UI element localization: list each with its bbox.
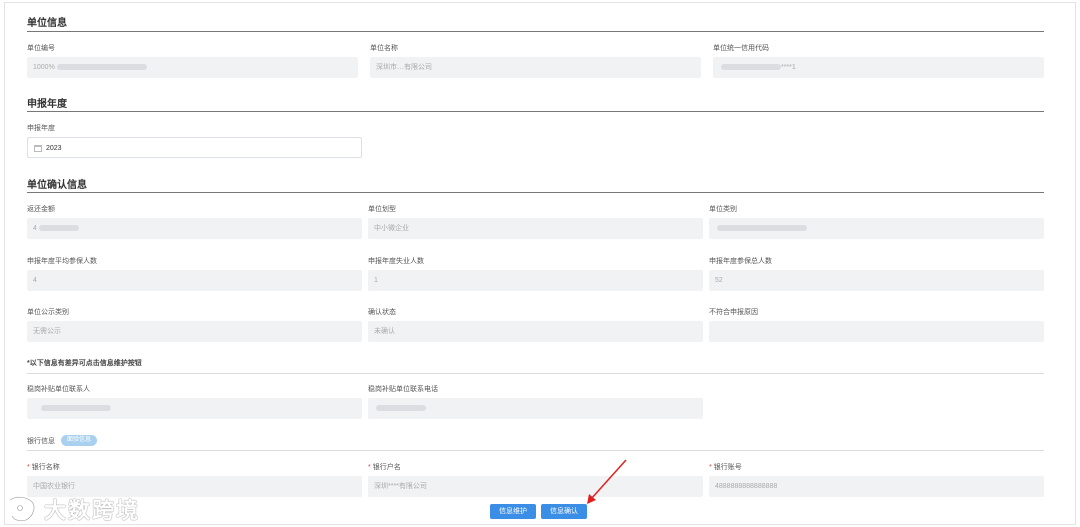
label-account-name: * 银行户名 (368, 464, 401, 471)
section-title-unit-info: 单位信息 (27, 18, 67, 29)
contact-person-field (27, 398, 362, 419)
calendar-icon (34, 144, 42, 152)
unit-name-field: 深圳市…有限公司 (370, 57, 701, 78)
info-maintain-button[interactable]: 信息维护 (490, 504, 536, 519)
label-confirm-status: 确认状态 (368, 309, 396, 316)
label-contact-person: 稳岗补贴单位联系人 (27, 386, 90, 393)
watermark-logo-icon (9, 495, 36, 523)
note-divider (27, 373, 1044, 374)
section-title-declare-year: 申报年度 (27, 99, 67, 110)
section-divider (27, 111, 1044, 112)
watermark-text: 大数跨境 (44, 498, 141, 523)
label-total-insured: 申报年度参保总人数 (709, 258, 772, 265)
label-avg-insured: 申报年度平均参保人数 (27, 258, 97, 265)
unit-number-field: 1000% (27, 57, 358, 78)
label-unemployed: 申报年度失业人数 (368, 258, 424, 265)
label-credit-code: 单位统一信用代码 (713, 45, 769, 52)
watermark: 大数跨境 (6, 493, 140, 525)
avg-insured-field: 4 (27, 270, 362, 291)
label-account-number: * 银行账号 (709, 464, 742, 471)
label-unit-category: 单位类别 (709, 206, 737, 213)
label-reject-reason: 不符合申报原因 (709, 309, 758, 316)
account-number-field: 4888888888888888 (709, 476, 1044, 497)
unit-type-field: 中小微企业 (368, 218, 703, 239)
info-confirm-button[interactable]: 信息确认 (541, 504, 587, 519)
total-insured-field: 52 (709, 270, 1044, 291)
unemployed-field: 1 (368, 270, 703, 291)
label-unit-type: 单位划型 (368, 206, 396, 213)
section-divider (27, 192, 1044, 193)
refund-amount-field: 4 (27, 218, 362, 239)
label-contact-phone: 稳岗补贴单位联系电话 (368, 386, 438, 393)
credit-code-field: ****1 (713, 57, 1044, 78)
confirm-status-field: 未确认 (368, 321, 703, 342)
reject-reason-field (709, 321, 1044, 342)
form-panel (4, 2, 1076, 525)
contact-phone-field (368, 398, 703, 419)
publicity-type-field: 无需公示 (27, 321, 362, 342)
section-divider (27, 31, 1044, 32)
unit-category-field (709, 218, 1044, 239)
label-declare-year: 申报年度 (27, 125, 55, 132)
label-unit-number: 单位编号 (27, 45, 55, 52)
section-title-confirm-info: 单位确认信息 (27, 180, 87, 191)
label-refund-amount: 返还金额 (27, 206, 55, 213)
label-unit-name: 单位名称 (370, 45, 398, 52)
label-bank-name: * 银行名称 (27, 464, 60, 471)
maintain-note: *以下信息有差异可点击信息维护按钮 (27, 360, 142, 367)
account-name-field: 深圳****有限公司 (368, 476, 703, 497)
declare-year-picker[interactable]: 2023 (27, 137, 362, 158)
bank-divider (27, 450, 1044, 451)
label-bank-info: 银行信息 (27, 438, 55, 445)
bank-verify-tag[interactable]: 面验信息 (61, 435, 98, 446)
label-publicity-type: 单位公示类别 (27, 309, 69, 316)
